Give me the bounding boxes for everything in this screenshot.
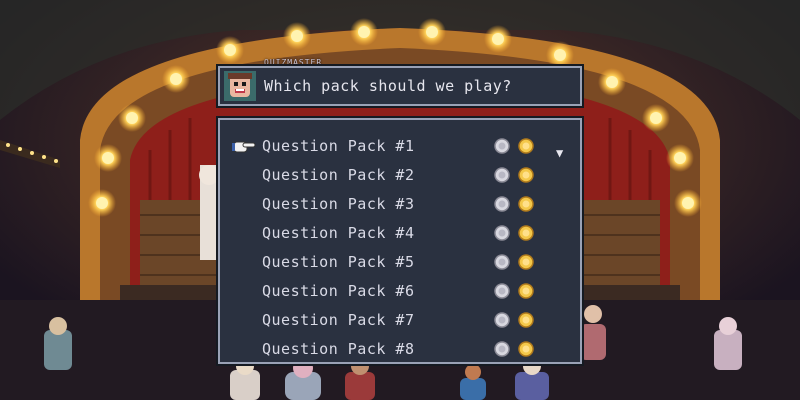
silver-medal-icon <box>494 138 510 154</box>
menu-item-label: Question Pack #4 <box>262 224 415 242</box>
silver-medal-icon <box>494 312 510 328</box>
silver-medal-icon <box>494 167 510 183</box>
gold-medal-icon <box>518 225 534 241</box>
dialog-question-text: Which pack should we play? <box>264 77 512 95</box>
silver-medal-icon <box>494 254 510 270</box>
menu-item-question-pack-3[interactable]: Question Pack #3 <box>220 190 580 218</box>
silver-medal-icon <box>494 341 510 357</box>
menu-item-label: Question Pack #8 <box>262 340 415 358</box>
silver-medal-icon <box>494 283 510 299</box>
gold-medal-icon <box>518 312 534 328</box>
menu-item-question-pack-2[interactable]: Question Pack #2 <box>220 161 580 189</box>
speaker-portrait-icon <box>224 71 256 101</box>
menu-item-question-pack-4[interactable]: Question Pack #4 <box>220 219 580 247</box>
silver-medal-icon <box>494 196 510 212</box>
menu-item-label: Question Pack #1 <box>262 137 415 155</box>
question-pack-menu: Question Pack #1 ▼ Question Pack #2 Ques… <box>218 118 582 364</box>
menu-item-question-pack-6[interactable]: Question Pack #6 <box>220 277 580 305</box>
scroll-down-arrow-icon[interactable]: ▼ <box>556 146 563 160</box>
menu-item-question-pack-1[interactable]: Question Pack #1 ▼ <box>220 132 580 160</box>
menu-item-label: Question Pack #5 <box>262 253 415 271</box>
gold-medal-icon <box>518 341 534 357</box>
menu-item-question-pack-7[interactable]: Question Pack #7 <box>220 306 580 334</box>
gold-medal-icon <box>518 138 534 154</box>
menu-item-question-pack-8[interactable]: Question Pack #8 <box>220 335 580 363</box>
gold-medal-icon <box>518 167 534 183</box>
menu-item-question-pack-5[interactable]: Question Pack #5 <box>220 248 580 276</box>
gold-medal-icon <box>518 283 534 299</box>
gold-medal-icon <box>518 196 534 212</box>
menu-item-label: Question Pack #3 <box>262 195 415 213</box>
menu-item-label: Question Pack #2 <box>262 166 415 184</box>
menu-item-label: Question Pack #7 <box>262 311 415 329</box>
gold-medal-icon <box>518 254 534 270</box>
silver-medal-icon <box>494 225 510 241</box>
menu-item-label: Question Pack #6 <box>262 282 415 300</box>
pointing-hand-icon <box>232 141 256 153</box>
dialog-box: Which pack should we play? <box>218 66 582 106</box>
